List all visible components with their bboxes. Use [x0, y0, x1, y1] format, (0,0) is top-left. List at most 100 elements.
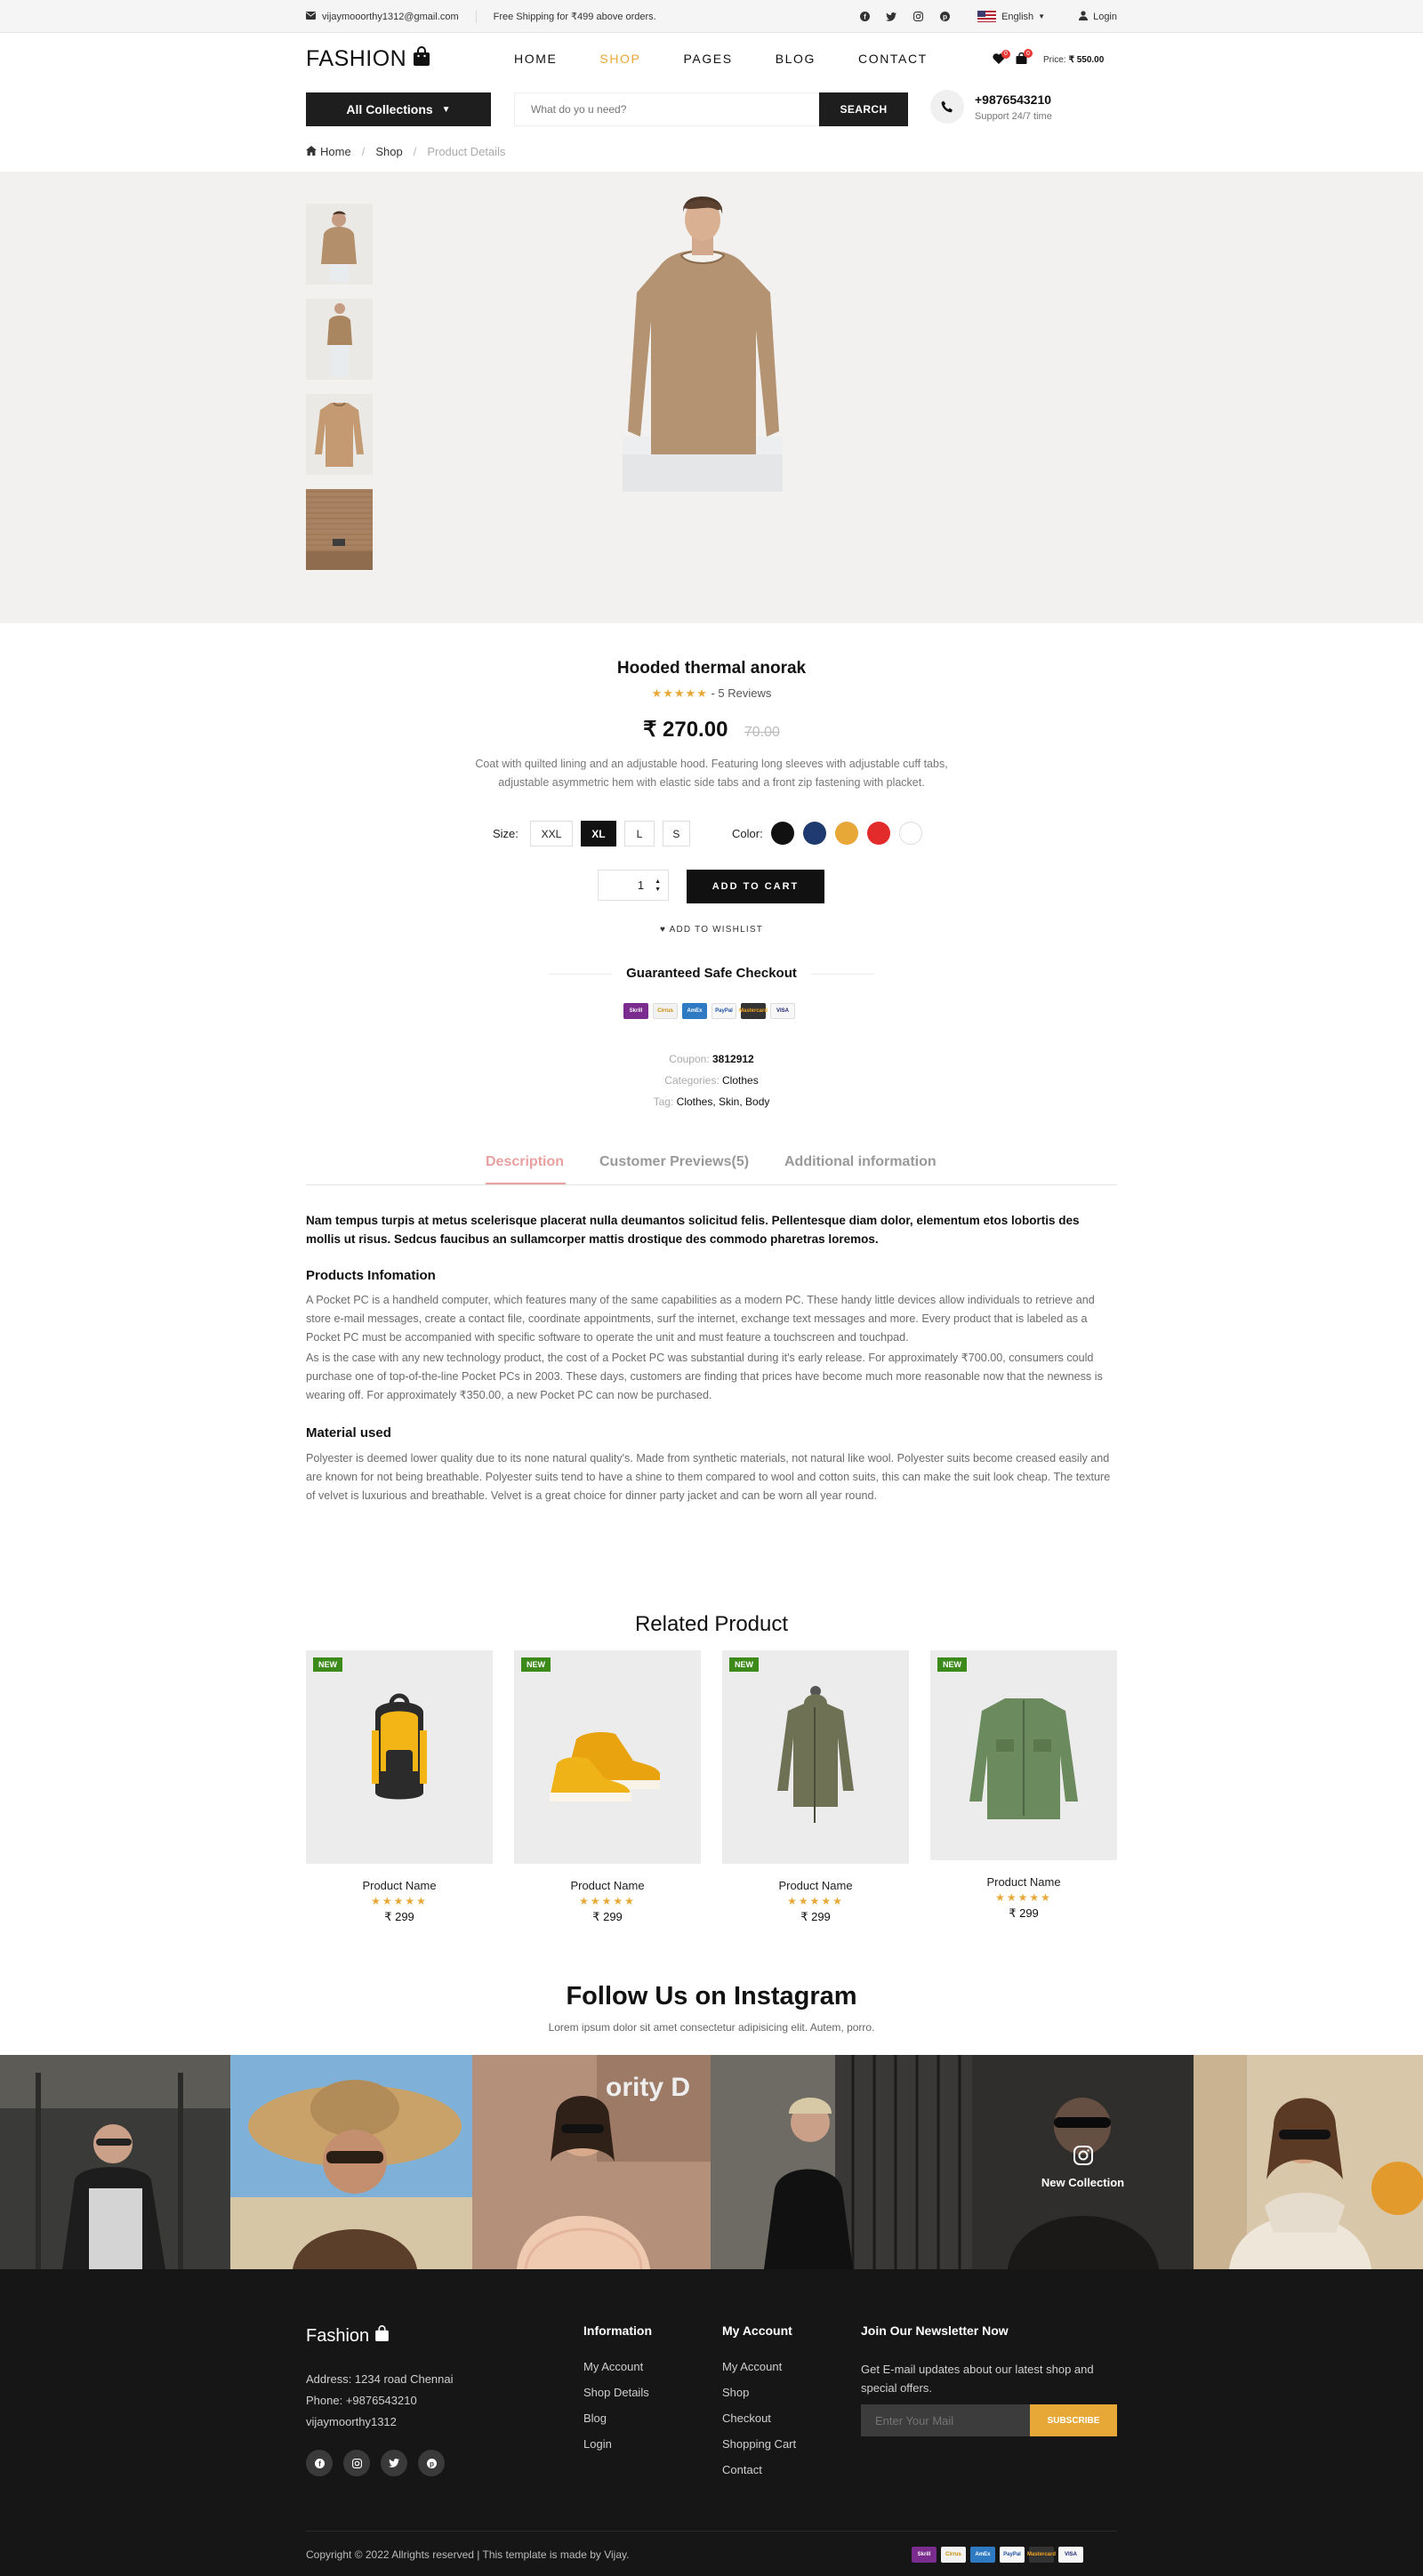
newsletter-email-input[interactable] — [861, 2404, 1030, 2436]
footer-link-checkout[interactable]: Checkout — [722, 2411, 771, 2425]
stepper-arrows-icon[interactable]: ▲ ▼ — [655, 878, 661, 894]
topbar-email[interactable]: vijaymooorthy1312@gmail.com — [306, 11, 459, 22]
twitter-icon[interactable] — [885, 11, 897, 23]
related-product-name: Product Name — [986, 1875, 1061, 1889]
wishlist-button[interactable]: 0 — [993, 49, 1010, 67]
pinterest-icon[interactable]: p — [938, 11, 951, 23]
size-option-l[interactable]: L — [623, 821, 655, 847]
instagram-photo[interactable] — [0, 2055, 230, 2269]
instagram-photo[interactable] — [1194, 2055, 1423, 2269]
related-product-card[interactable]: NEW Product Name ★★★★★ ₹ 299 — [930, 1650, 1117, 1921]
related-product-stars: ★★★★★ — [579, 1895, 636, 1907]
home-icon — [306, 145, 317, 158]
phone-icon — [930, 90, 964, 124]
instagram-photo[interactable]: ority D — [472, 2055, 711, 2269]
footer-pinterest-icon[interactable]: p — [418, 2450, 445, 2476]
instagram-photo[interactable] — [711, 2055, 972, 2269]
breadcrumb-home[interactable]: Home — [320, 145, 351, 158]
footer-information-heading: Information — [583, 2323, 652, 2338]
search-input[interactable] — [514, 92, 819, 126]
related-product-card[interactable]: NEW Product Name ★★★★★ ₹ 299 — [306, 1650, 493, 1924]
footer-logo[interactable]: Fashion — [306, 2325, 390, 2347]
coupon-label: Coupon: — [669, 1053, 710, 1065]
color-swatch-navy[interactable] — [802, 822, 826, 845]
breadcrumb-separator: / — [361, 145, 366, 158]
footer-link-shop-details[interactable]: Shop Details — [583, 2386, 649, 2399]
footer-divider — [306, 2531, 1117, 2532]
instagram-icon[interactable] — [912, 11, 924, 23]
footer-link-login[interactable]: Login — [583, 2437, 612, 2451]
envelope-icon — [306, 11, 316, 22]
language-selector[interactable]: English ▼ — [977, 11, 1045, 22]
footer-instagram-icon[interactable] — [343, 2450, 370, 2476]
footer-twitter-icon[interactable] — [381, 2450, 407, 2476]
products-info-heading: Products Infomation — [306, 1268, 436, 1283]
nav-shop[interactable]: SHOP — [599, 52, 640, 66]
search-button[interactable]: SEARCH — [819, 92, 908, 126]
instagram-photo[interactable] — [230, 2055, 472, 2269]
add-to-wishlist-link[interactable]: ♥ ADD TO WISHLIST — [0, 925, 1423, 935]
login-link[interactable]: Login — [1079, 10, 1117, 23]
footer-link-contact[interactable]: Contact — [722, 2463, 762, 2476]
footer-link-blog[interactable]: Blog — [583, 2411, 607, 2425]
nav-home[interactable]: HOME — [514, 52, 557, 66]
related-product-card[interactable]: NEW Product Name ★★★★★ ₹ 299 — [514, 1650, 701, 1924]
footer-my-account-heading: My Account — [722, 2323, 792, 2338]
amex-icon: AmEx — [970, 2547, 995, 2563]
add-to-cart-button[interactable]: ADD TO CART — [687, 870, 824, 903]
nav-pages[interactable]: PAGES — [683, 52, 732, 66]
price-label: Price: — [1043, 54, 1066, 65]
tab-description[interactable]: Description — [486, 1154, 564, 1170]
categories-value[interactable]: Clothes — [722, 1074, 759, 1087]
footer-link-account[interactable]: My Account — [722, 2360, 782, 2373]
footer-facebook-icon[interactable]: f — [306, 2450, 333, 2476]
footer-link-shopping-cart[interactable]: Shopping Cart — [722, 2437, 796, 2451]
wishlist-count-badge: 0 — [1001, 49, 1010, 59]
footer-link-shop[interactable]: Shop — [722, 2386, 749, 2399]
color-swatch-red[interactable] — [866, 822, 890, 845]
wishlist-label: ADD TO WISHLIST — [669, 925, 763, 935]
footer-phone: Phone: +9876543210 — [306, 2394, 417, 2407]
facebook-icon[interactable]: f — [858, 11, 871, 23]
subscribe-button[interactable]: SUBSCRIBE — [1030, 2404, 1117, 2436]
tab-additional-information[interactable]: Additional information — [784, 1154, 937, 1170]
gallery-thumbnail[interactable] — [306, 299, 373, 380]
color-swatch-black[interactable] — [770, 822, 794, 845]
active-tab-indicator — [486, 1183, 566, 1184]
gallery-thumbnail[interactable] — [306, 394, 373, 475]
nav-contact[interactable]: CONTACT — [858, 52, 928, 66]
instagram-title: Follow Us on Instagram — [566, 1982, 857, 2010]
color-swatch-yellow[interactable] — [834, 822, 858, 845]
skrill-icon: Skrill — [912, 2547, 937, 2563]
tab-customer-previews[interactable]: Customer Previews(5) — [599, 1154, 749, 1170]
site-logo[interactable]: FASHION — [306, 46, 430, 72]
breadcrumb: Home / Shop / Product Details — [306, 145, 505, 158]
related-product-card[interactable]: NEW Product Name ★★★★★ ₹ 299 — [722, 1650, 909, 1924]
instagram-photo[interactable]: New Collection — [972, 2055, 1194, 2269]
review-count[interactable]: - 5 Reviews — [708, 686, 771, 700]
related-product-stars: ★★★★★ — [371, 1895, 428, 1907]
material-paragraph: Polyester is deemed lower quality due to… — [306, 1452, 1111, 1502]
logo-text: FASHION — [306, 46, 407, 71]
description-lead: Nam tempus turpis at metus scelerisque p… — [306, 1214, 1080, 1246]
nav-blog[interactable]: BLOG — [776, 52, 816, 66]
footer-link-my-account[interactable]: My Account — [583, 2360, 643, 2373]
backpack-image: NEW — [306, 1650, 493, 1864]
color-swatch-white[interactable] — [898, 822, 922, 845]
related-product-stars: ★★★★★ — [995, 1891, 1052, 1904]
gallery-thumbnail[interactable] — [306, 489, 373, 570]
new-badge: NEW — [313, 1657, 342, 1672]
instagram-overlay-label: New Collection — [1041, 2176, 1125, 2189]
gallery-thumbnail[interactable] — [306, 204, 373, 285]
visa-icon: VISA — [1058, 2547, 1083, 2563]
all-collections-dropdown[interactable]: All Collections ▼ — [306, 92, 491, 126]
user-icon — [1079, 10, 1089, 23]
tag-value[interactable]: Clothes, Skin, Body — [677, 1095, 770, 1108]
size-option-s[interactable]: S — [662, 821, 690, 847]
color-selector: Color: — [732, 822, 931, 845]
cart-button[interactable]: 0 — [1016, 49, 1033, 67]
size-option-xl[interactable]: XL — [580, 821, 616, 847]
quantity-stepper[interactable]: 1 ▲ ▼ — [598, 870, 669, 901]
size-option-xxl[interactable]: XXL — [529, 821, 573, 847]
breadcrumb-shop[interactable]: Shop — [375, 145, 402, 158]
